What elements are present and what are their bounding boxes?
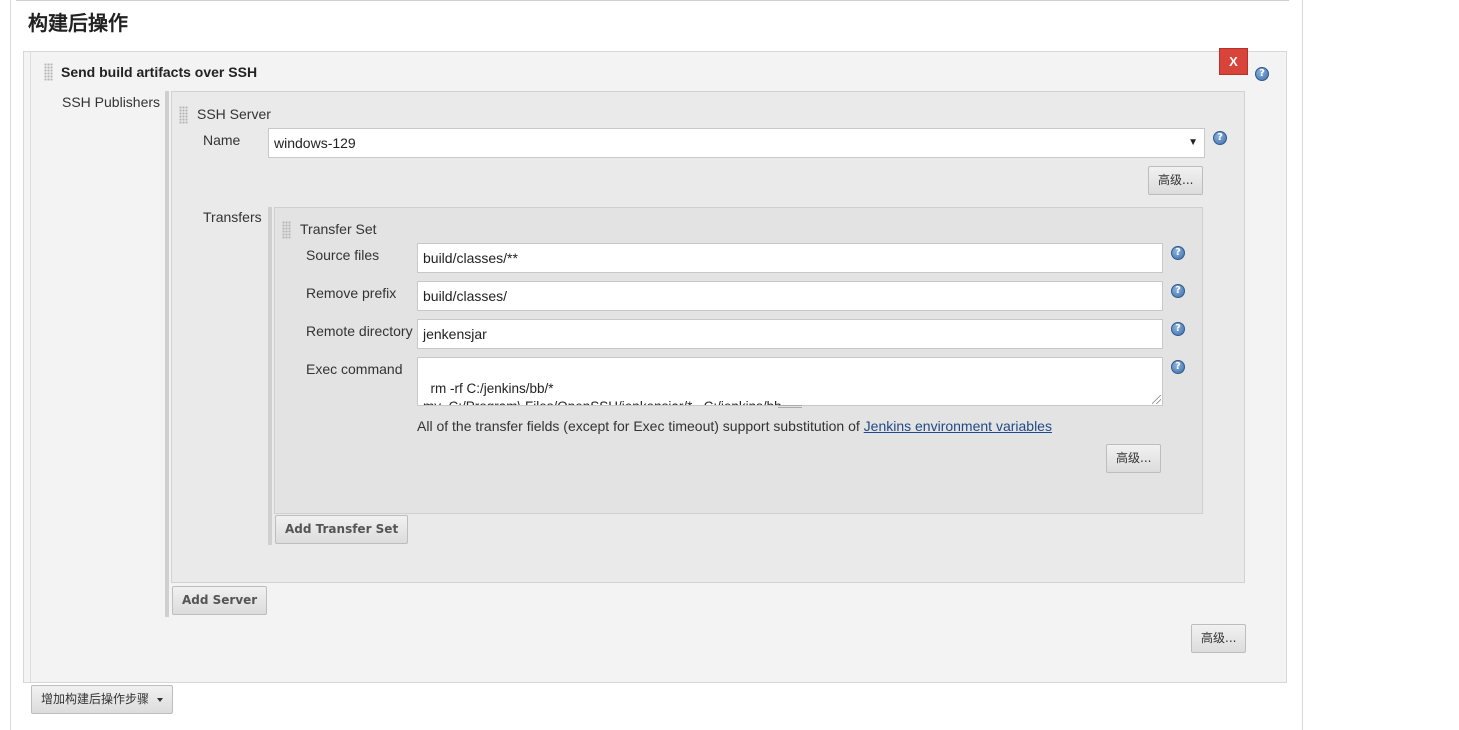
exec-command-textarea[interactable]: rm -rf C:/jenkins/bb/* mv C:/Program\ Fi… [417,357,1163,406]
help-icon[interactable]: ? [1255,67,1269,81]
help-icon[interactable]: ? [1171,322,1185,336]
add-post-build-step-label: 增加构建后操作步骤 [41,692,150,706]
publisher-title: Send build artifacts over SSH [61,64,258,80]
help-icon[interactable]: ? [1213,131,1227,145]
add-server-button[interactable]: Add Server [172,586,268,615]
add-post-build-step-button[interactable]: 增加构建后操作步骤 [31,685,174,714]
remove-prefix-label: Remove prefix [306,285,397,301]
remote-directory-input[interactable]: jenkensjar [417,319,1163,349]
server-advanced-button[interactable]: 高级... [1148,166,1204,195]
resize-handle-icon[interactable] [1152,395,1161,404]
help-icon[interactable]: ? [1171,246,1185,260]
source-files-label: Source files [306,247,380,263]
servers-left-bar [165,91,169,617]
ssh-publishers-label: SSH Publishers [62,94,161,110]
jenkins-env-vars-link[interactable]: Jenkins environment variables [864,418,1052,434]
transfers-left-bar [268,207,272,545]
drag-handle-icon[interactable] [44,63,53,81]
transfer-set-title: Transfer Set [300,221,377,237]
help-icon[interactable]: ? [1171,360,1185,374]
publisher-advanced-button[interactable]: 高级... [1191,624,1247,653]
exec-command-value: rm -rf C:/jenkins/bb/* mv C:/Program\ Fi… [423,381,782,405]
add-transfer-set-button[interactable]: Add Transfer Set [275,515,409,544]
help-icon[interactable]: ? [1171,284,1185,298]
remote-directory-label: Remote directory [306,323,413,339]
drag-handle-icon[interactable] [282,221,291,239]
top-divider [16,0,1289,1]
drag-handle-icon[interactable] [179,106,188,124]
textarea-grip-icon[interactable] [778,405,802,408]
caret-down-icon [157,697,164,702]
transfer-advanced-button[interactable]: 高级... [1106,444,1162,473]
substitution-note: All of the transfer fields (except for E… [417,418,1052,434]
remove-prefix-input[interactable]: build/classes/ [417,281,1163,311]
source-files-input[interactable]: build/classes/** [417,243,1163,273]
ssh-server-title: SSH Server [197,106,271,122]
dropdown-arrow-icon: ▼ [1188,137,1198,148]
name-label: Name [203,132,241,148]
delete-publisher-button[interactable]: X [1219,48,1248,75]
transfers-label: Transfers [203,209,262,225]
substitution-note-text: All of the transfer fields (except for E… [417,418,864,434]
exec-command-label: Exec command [306,361,403,377]
section-title: 构建后操作 [28,11,128,35]
server-name-select[interactable]: windows-129 ▼ [268,128,1205,158]
server-name-value: windows-129 [274,135,356,151]
